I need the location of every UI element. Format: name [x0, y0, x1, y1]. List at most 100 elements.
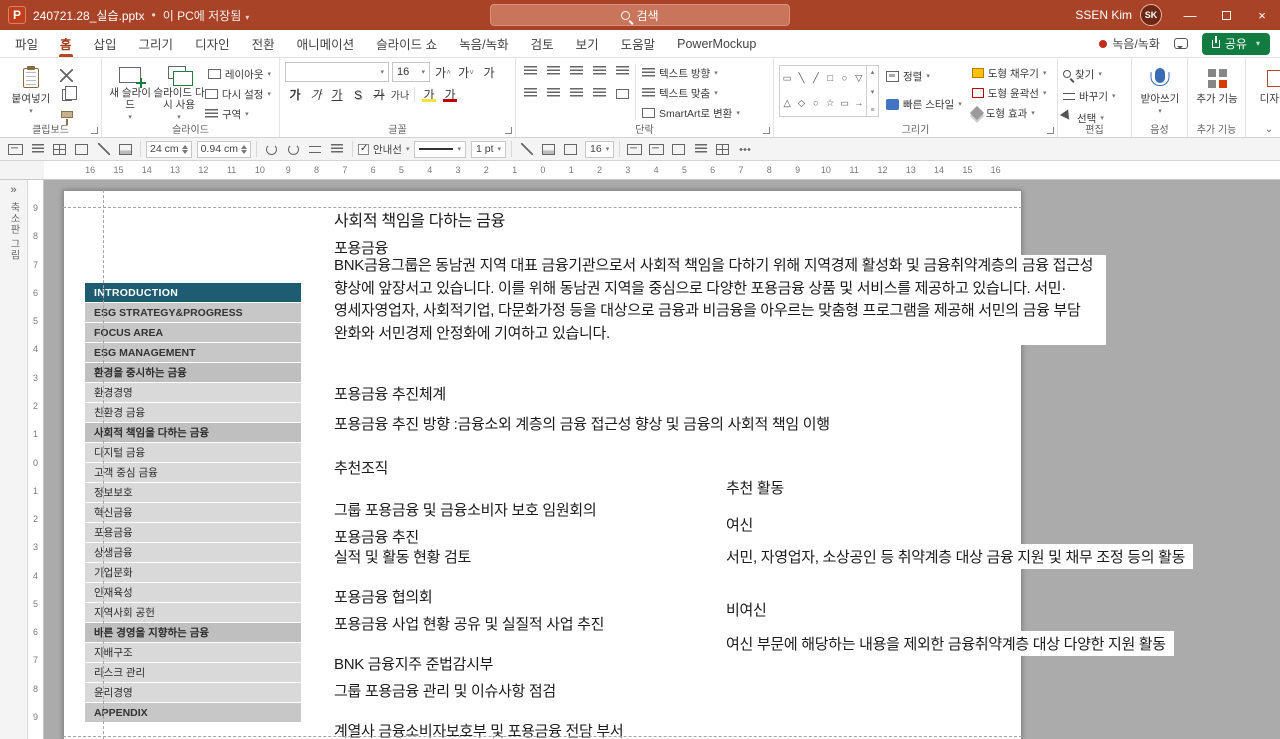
search-box[interactable]: 검색: [490, 4, 790, 26]
org-item-title[interactable]: 포용금융 협의회: [334, 586, 734, 607]
layout-icon[interactable]: [28, 140, 47, 158]
shape-gallery-item[interactable]: ╱: [813, 73, 819, 84]
horizontal-guide-bottom[interactable]: [63, 736, 1022, 737]
group-icon[interactable]: [669, 140, 688, 158]
toc-item[interactable]: 지배구조: [85, 643, 301, 662]
toc-item[interactable]: 고객 중심 금융: [85, 463, 301, 482]
align-right-button[interactable]: [567, 84, 586, 103]
increase-indent-button[interactable]: [590, 62, 609, 81]
toc-item[interactable]: 상생금융: [85, 543, 301, 562]
font-dialog-launcher[interactable]: [505, 127, 512, 134]
find-button[interactable]: 찾기: [1063, 64, 1126, 84]
horizontal-guide[interactable]: [63, 207, 1022, 208]
toc-item[interactable]: 바른 경영을 지향하는 금융: [85, 623, 301, 642]
duplicate-slide-icon[interactable]: [6, 140, 25, 158]
align-left-objects-icon[interactable]: [691, 140, 710, 158]
toc-item[interactable]: ESG STRATEGY&PROGRESS: [85, 303, 301, 322]
toc-item[interactable]: 인재육성: [85, 583, 301, 602]
character-spacing-button[interactable]: 가나: [390, 85, 410, 104]
toc-item[interactable]: 환경을 중시하는 금융: [85, 363, 301, 382]
stepper-icon[interactable]: [240, 144, 247, 154]
eraser-icon[interactable]: [116, 140, 135, 158]
tab-powermockup[interactable]: PowerMockup: [666, 30, 767, 57]
shape-gallery-item[interactable]: ▭: [783, 73, 792, 84]
intro-textbox[interactable]: BNK금융그룹은 동남권 지역 대표 금융기관으로서 사회적 책임을 다하기 위…: [334, 255, 1106, 345]
distribute-icon[interactable]: [713, 140, 732, 158]
maximize-button[interactable]: [1208, 0, 1244, 30]
text-shadow-button[interactable]: S: [348, 85, 368, 104]
horizontal-ruler[interactable]: 16 15 14 13 12 11 10 9 8 7 6 5 4 3 2 1 0 1 2 3 4 5 6 7 8 9 10 11 12 1…: [44, 161, 1280, 180]
clipboard-dialog-launcher[interactable]: [91, 127, 98, 134]
italic-button[interactable]: 가: [306, 85, 326, 104]
strikethrough-button[interactable]: 가: [369, 85, 389, 104]
org-item-desc[interactable]: 포용금융 추진 실적 및 활동 현황 검토: [334, 528, 734, 568]
org-item-desc[interactable]: 그룹 포용금융 관리 및 이슈사항 점검: [334, 682, 734, 702]
shape-effects-button[interactable]: 도형 효과: [969, 104, 1050, 122]
tab-help[interactable]: 도움말: [610, 30, 667, 57]
org-item-title[interactable]: BNK 금융지주 준법감시부: [334, 653, 734, 674]
toc-item[interactable]: 환경경영: [85, 383, 301, 402]
new-slide-button[interactable]: 새 슬라이드: [107, 62, 153, 122]
slide-canvas[interactable]: INTRODUCTION ESG STRATEGY&PROGRESS FOCUS A…: [63, 190, 1194, 739]
nonloan-title-textbox[interactable]: 비여신: [726, 599, 767, 620]
tab-slideshow[interactable]: 슬라이드 쇼: [365, 30, 448, 57]
text-highlight-button[interactable]: 가: [419, 85, 439, 104]
toc-item[interactable]: 지역사회 공헌: [85, 603, 301, 622]
loan-title-textbox[interactable]: 여신: [726, 514, 753, 535]
comments-icon[interactable]: [1173, 38, 1188, 49]
drawing-dialog-launcher[interactable]: [1047, 127, 1054, 134]
record-indicator[interactable]: 녹음/녹화: [1099, 35, 1160, 52]
shape-gallery-item[interactable]: ○: [813, 98, 819, 109]
pen-icon[interactable]: [94, 140, 113, 158]
clear-formatting-button[interactable]: 가: [479, 63, 499, 82]
bring-forward-icon[interactable]: [625, 140, 644, 158]
tab-record[interactable]: 녹음/녹화: [448, 30, 519, 57]
dictate-button[interactable]: 받아쓰기: [1137, 62, 1183, 116]
toc-item[interactable]: INTRODUCTION: [85, 283, 301, 302]
line-spacing-button[interactable]: [613, 62, 632, 81]
section1-body-textbox[interactable]: 포용금융 추진 방향 :금융소외 계층의 금융 접근성 향상 및 금융의 사회적…: [334, 413, 1054, 434]
stepper-icon[interactable]: [181, 144, 188, 154]
loan-desc-textbox[interactable]: 서민, 자영업자, 소상공인 등 취약계층 대상 금융 지원 및 채무 조정 등…: [726, 544, 1194, 569]
columns-button[interactable]: [613, 84, 632, 103]
toc-item[interactable]: FOCUS AREA: [85, 323, 301, 342]
copy-button[interactable]: [57, 85, 78, 103]
outline-color-icon[interactable]: [561, 140, 580, 158]
replace-button[interactable]: 바꾸기: [1063, 86, 1126, 106]
toc-item[interactable]: 사회적 책임을 다하는 금융: [85, 423, 301, 442]
toc-item[interactable]: APPENDIX: [85, 703, 301, 722]
tab-review[interactable]: 검토: [520, 30, 565, 57]
shape-gallery-item[interactable]: □: [827, 73, 833, 84]
org-item[interactable]: 그룹 포용금융 및 금융소비자 보호 임원회의 포용금융 추진 실적 및 활동 …: [334, 499, 734, 568]
slide-title-textbox[interactable]: 사회적 책임을 다하는 금융: [334, 207, 505, 231]
toc-item[interactable]: 정보보호: [85, 483, 301, 502]
shape-gallery-item[interactable]: ▽: [855, 73, 862, 84]
toc-item[interactable]: 윤리경영: [85, 683, 301, 702]
paste-button[interactable]: 붙여넣기: [5, 62, 57, 122]
guides-checkbox[interactable]: 안내선▾: [357, 142, 409, 157]
font-name-combo[interactable]: [285, 62, 389, 82]
expand-thumbnails-button[interactable]: »: [10, 184, 16, 196]
toc-item[interactable]: 리스크 관리: [85, 663, 301, 682]
font-color-button[interactable]: 가: [440, 85, 460, 104]
shape-gallery-scrollbar[interactable]: ▴ ▾ ≡: [866, 66, 878, 116]
numbering-button[interactable]: [544, 62, 563, 81]
shape-height-field[interactable]: 0.94 cm: [196, 140, 251, 158]
decrease-indent-button[interactable]: [567, 62, 586, 81]
tab-animations[interactable]: 애니메이션: [286, 30, 366, 57]
convert-smartart-button[interactable]: SmartArt로 변환: [639, 104, 743, 122]
nonloan-desc-textbox[interactable]: 여신 부문에 해당하는 내용을 제외한 금융취약계층 대상 다양한 지원 활동: [726, 631, 1174, 656]
text-direction-button[interactable]: 텍스트 방향: [639, 64, 743, 82]
cut-button[interactable]: [57, 68, 76, 83]
arrange-button[interactable]: 정렬: [883, 66, 965, 86]
org-item[interactable]: 포용금융 협의회 포용금융 사업 현황 공유 및 실질적 사업 추진: [334, 586, 734, 635]
rotate-right-icon[interactable]: [284, 140, 303, 158]
tab-draw[interactable]: 그리기: [128, 30, 185, 57]
minimize-button[interactable]: —: [1172, 0, 1208, 30]
tab-transitions[interactable]: 전환: [241, 30, 286, 57]
toc-item[interactable]: 친환경 금융: [85, 403, 301, 422]
shape-gallery-item[interactable]: ☆: [826, 98, 835, 109]
underline-button[interactable]: 가: [327, 85, 347, 104]
reset-button[interactable]: 다시 설정: [204, 86, 274, 102]
collapse-ribbon-button[interactable]: [1262, 123, 1276, 135]
